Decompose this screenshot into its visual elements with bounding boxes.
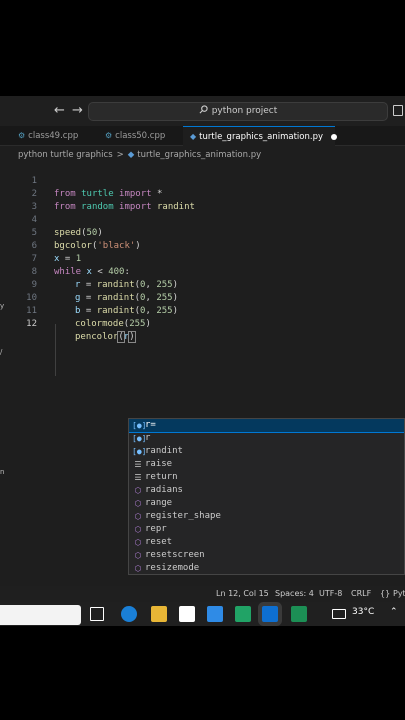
suggestion-label: return <box>145 472 178 482</box>
variable-icon: [●] <box>132 434 147 443</box>
temperature[interactable]: 33°C <box>352 607 374 617</box>
title-bar: ← → python project <box>0 96 405 126</box>
taskbar-search-box[interactable] <box>0 605 81 625</box>
language-mode[interactable]: Pyt <box>393 586 405 602</box>
chevron-up-icon[interactable]: ⌃ <box>390 607 398 617</box>
command-center[interactable]: python project <box>88 102 388 121</box>
code-line: 10 b = randint(0, 255) <box>0 279 405 316</box>
breadcrumb-file[interactable]: turtle_graphics_animation.py <box>137 150 261 160</box>
suggestion-label: randint <box>145 446 183 456</box>
suggestion-item[interactable]: [●] randint <box>129 445 404 458</box>
arrow-right-icon[interactable]: → <box>72 103 83 119</box>
line-number: 12 <box>26 319 37 329</box>
edge-browser-icon[interactable] <box>121 606 137 622</box>
keyword-icon: ☰ <box>134 460 142 469</box>
code-line: 2 from random import randint <box>0 175 405 212</box>
app-c-icon[interactable] <box>291 606 307 622</box>
breadcrumb-separator: > <box>116 150 124 160</box>
suggestion-label: raise <box>145 459 173 469</box>
breadcrumb: python turtle graphics > ◆ turtle_graphics_… <box>18 150 261 160</box>
code-line: 4 speed(50) <box>0 201 405 238</box>
status-bar: Ln 12, Col 15 Spaces: 4 UTF-8 CRLF {} Py… <box>0 586 405 602</box>
indentation-status[interactable]: Spaces: 4 <box>275 586 314 602</box>
code-text: colormode(255) <box>75 319 151 329</box>
variable-icon: [●] <box>132 421 147 430</box>
file-explorer-icon[interactable] <box>151 606 167 622</box>
encoding-status[interactable]: UTF-8 <box>319 586 342 602</box>
app-c-icon[interactable] <box>235 606 251 622</box>
python-file-icon: ◆ <box>190 132 197 141</box>
suggest-widget[interactable]: [●] r= [●] r [●] randint ☰ raise ☰ retur… <box>128 418 405 575</box>
indent-guide <box>55 324 56 376</box>
tab-class50[interactable]: ⚙ class50.cpp <box>103 126 183 146</box>
suggestion-item[interactable]: ⬡ resetscreen <box>129 549 404 562</box>
code-line-current: 12 pencolor(r) <box>0 305 405 343</box>
cursor-position[interactable]: Ln 12, Col 15 <box>216 586 269 602</box>
editor-tabs: ⚙ class49.cpp ⚙ class50.cpp ◆ turtle_graphi… <box>0 126 405 146</box>
suggestion-item[interactable]: [●] r <box>129 432 404 445</box>
function-icon: ⬡ <box>134 486 142 495</box>
suggestion-label: resizemode <box>145 563 200 573</box>
code-line: 1 from turtle import * <box>0 162 405 199</box>
suggestion-label: r <box>145 433 151 443</box>
code-line: 5 bgcolor('black') <box>0 214 405 251</box>
variable-icon: [●] <box>132 447 147 456</box>
python-file-icon: ◆ <box>127 150 135 160</box>
code-line: 8 r = randint(0, 255) <box>0 253 405 290</box>
mail-icon[interactable] <box>207 606 223 622</box>
code-line: 11 colormode(255) <box>0 292 405 329</box>
code-line: 7 while x < 400: <box>0 240 405 277</box>
tab-label: class49.cpp <box>28 131 79 141</box>
layout-toggle-icon[interactable] <box>393 105 403 116</box>
keyword-icon: ☰ <box>134 473 142 482</box>
tab-label: class50.cpp <box>115 131 166 141</box>
tab-turtle-graphics-animation[interactable]: ◆ turtle_graphics_animation.py <box>183 126 337 146</box>
suggestion-item[interactable]: ⬡ repr <box>129 523 404 536</box>
suggestion-item[interactable]: ⬡ range <box>129 497 404 510</box>
arrow-left-icon[interactable]: ← <box>54 103 65 119</box>
suggestion-item[interactable]: ⬡ radians <box>129 484 404 497</box>
suggestion-item[interactable]: ☰ return <box>129 471 404 484</box>
suggestion-label: resetscreen <box>145 550 205 560</box>
eol-status[interactable]: CRLF <box>351 586 371 602</box>
code-text: pencolor(r) <box>75 331 136 343</box>
vscode-icon[interactable] <box>262 606 278 622</box>
function-icon: ⬡ <box>134 538 142 547</box>
breadcrumb-folder[interactable]: python turtle graphics <box>18 150 113 160</box>
code-line: 9 g = randint(0, 255) <box>0 266 405 303</box>
suggestion-item[interactable]: ⬡ resizemode <box>129 562 404 574</box>
function-icon: ⬡ <box>134 551 142 560</box>
suggestion-item[interactable]: ⬡ reset <box>129 536 404 549</box>
code-line: 6 x = 1 <box>0 227 405 264</box>
suggestion-label: radians <box>145 485 183 495</box>
weather-icon[interactable] <box>332 609 346 619</box>
function-icon: ⬡ <box>134 525 142 534</box>
function-icon: ⬡ <box>134 512 142 521</box>
search-icon <box>199 103 208 120</box>
code-line: 3 <box>0 188 405 212</box>
suggestion-item[interactable]: [●] r= <box>129 419 404 433</box>
suggestion-label: register_shape <box>145 511 221 521</box>
suggestion-item[interactable]: ☰ raise <box>129 458 404 471</box>
cpp-file-icon: ⚙ <box>18 131 26 140</box>
suggestion-item[interactable]: ⬡ register_shape <box>129 510 404 523</box>
cpp-file-icon: ⚙ <box>105 131 113 140</box>
suggestion-label: reset <box>145 537 173 547</box>
task-view-icon[interactable] <box>90 607 104 621</box>
function-icon: ⬡ <box>134 499 142 508</box>
braces-icon[interactable]: {} <box>380 586 390 602</box>
tab-class49[interactable]: ⚙ class49.cpp <box>16 126 96 146</box>
vscode-window: ← → python project ⚙ class49.cpp ⚙ class50… <box>0 96 405 626</box>
command-center-label: python project <box>211 106 278 116</box>
unsaved-dot-icon[interactable] <box>331 133 337 140</box>
store-icon[interactable] <box>179 606 195 622</box>
tab-label: turtle_graphics_animation.py <box>199 132 323 142</box>
suggestion-label: range <box>145 498 173 508</box>
suggestion-label: r= <box>145 420 156 430</box>
taskbar: 33°C ⌃ <box>0 602 405 626</box>
function-icon: ⬡ <box>134 564 142 573</box>
suggestion-label: repr <box>145 524 167 534</box>
